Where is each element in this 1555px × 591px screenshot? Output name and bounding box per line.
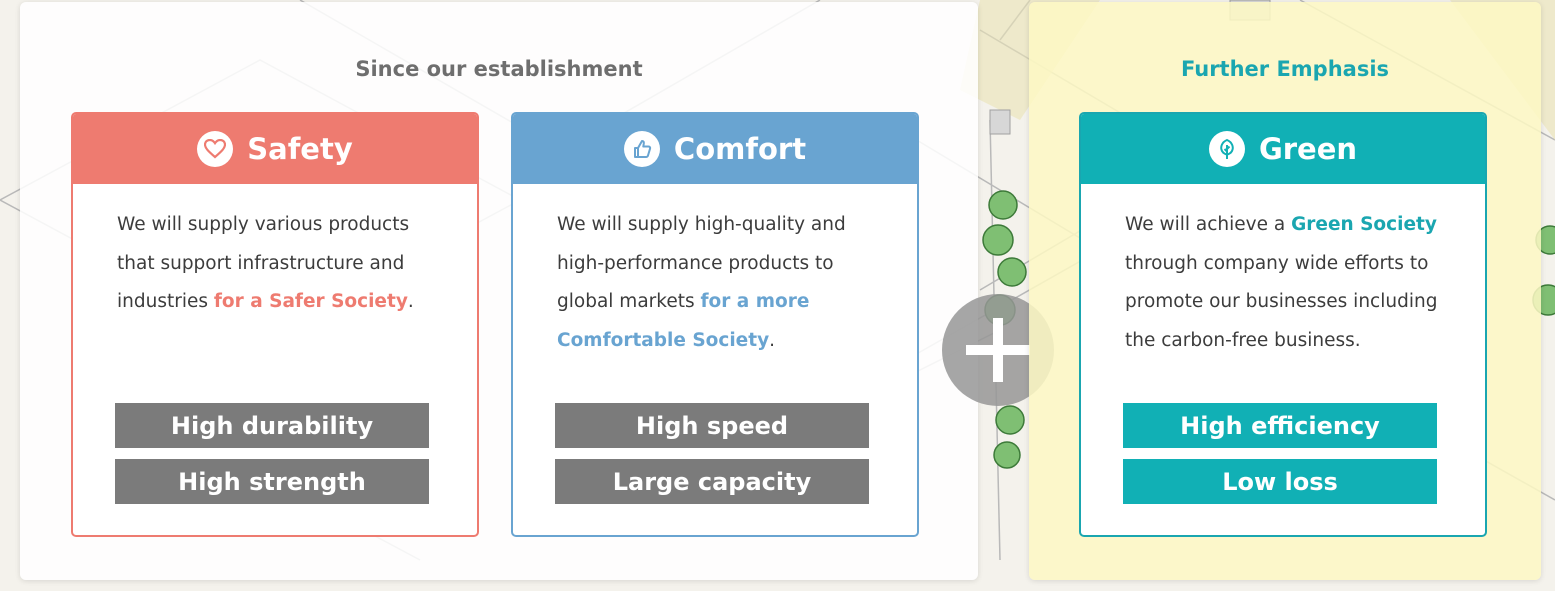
comfort-description: We will supply high-quality and high-per…: [557, 214, 846, 351]
further-emphasis-panel: Further Emphasis Green We will achieve a…: [1029, 2, 1541, 580]
comfort-title: Comfort: [673, 132, 807, 166]
further-emphasis-heading: Further Emphasis: [1180, 57, 1390, 81]
comfort-tag-capacity: Large capacity: [555, 459, 869, 504]
safety-tag-strength: High strength: [115, 459, 429, 504]
green-title: Green: [1258, 132, 1358, 166]
heart-icon: [197, 131, 234, 167]
green-card-header: Green: [1081, 114, 1485, 184]
leaf-icon: [1208, 131, 1245, 167]
safety-tag-durability: High durability: [115, 403, 429, 448]
green-tag-efficiency: High efficiency: [1123, 403, 1437, 448]
safety-title: Safety: [247, 132, 353, 166]
safety-card-header: Safety: [73, 114, 477, 184]
comfort-tag-speed: High speed: [555, 403, 869, 448]
establishment-panel: Since our establishment Safety We will s…: [20, 2, 978, 580]
green-highlight: Green Society: [1291, 214, 1437, 235]
comfort-card: Comfort We will supply high-quality and …: [511, 112, 919, 537]
safety-card: Safety We will supply various products t…: [71, 112, 479, 537]
green-tag-low-loss: Low loss: [1123, 459, 1437, 504]
green-description: We will achieve a Green Society through …: [1125, 214, 1438, 351]
thumbs-up-icon: [623, 131, 660, 167]
establishment-heading: Since our establishment: [355, 57, 643, 81]
safety-highlight: for a Safer Society: [213, 291, 408, 312]
green-card: Green We will achieve a Green Society th…: [1079, 112, 1487, 537]
comfort-card-header: Comfort: [513, 114, 917, 184]
safety-description: We will supply various products that sup…: [117, 214, 414, 312]
